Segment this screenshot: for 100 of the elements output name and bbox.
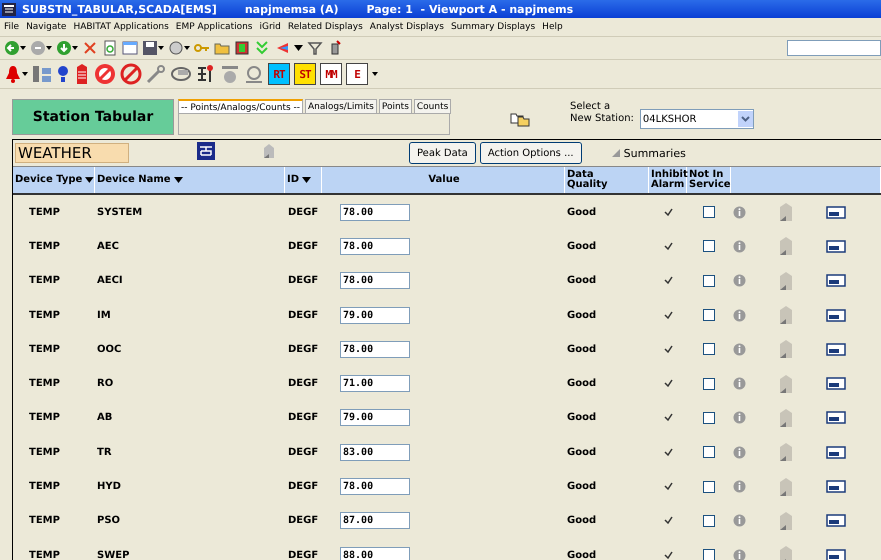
action-options-button[interactable]: Action Options ... <box>480 142 582 164</box>
wrench-icon[interactable] <box>146 64 166 84</box>
tab[interactable]: Analogs/Limits <box>305 99 377 114</box>
menu-item[interactable]: EMP Applications <box>176 22 252 32</box>
info-icon[interactable] <box>733 206 746 219</box>
summaries-link[interactable]: Summaries <box>624 146 686 160</box>
menu-item[interactable]: File <box>4 22 20 32</box>
value-field[interactable]: 79.00 <box>340 306 410 324</box>
peak-data-button[interactable]: Peak Data <box>409 142 476 164</box>
service-checkbox[interactable] <box>703 412 715 424</box>
column-header[interactable]: Device Type <box>13 167 95 193</box>
meter-icon[interactable] <box>826 342 846 356</box>
info-icon[interactable] <box>733 240 746 253</box>
service-checkbox[interactable] <box>703 378 715 390</box>
command-field[interactable] <box>787 40 881 56</box>
close-icon[interactable] <box>82 40 98 56</box>
window-icon[interactable] <box>122 40 138 56</box>
service-checkbox[interactable] <box>703 274 715 287</box>
bell-icon[interactable] <box>4 64 22 84</box>
info-icon[interactable] <box>733 411 746 424</box>
meter-icon[interactable] <box>826 274 846 288</box>
layout-icon[interactable] <box>197 142 215 160</box>
meter-icon[interactable] <box>826 206 846 219</box>
value-field[interactable]: 78.00 <box>340 340 410 358</box>
column-header[interactable]: Device Name <box>95 167 285 193</box>
value-field[interactable]: 83.00 <box>340 444 410 461</box>
tag-icon[interactable] <box>778 374 794 394</box>
tag-icon[interactable] <box>778 270 794 291</box>
info-icon[interactable] <box>733 342 746 356</box>
toolbar-badge[interactable]: MM <box>320 63 342 85</box>
prohibited-icon[interactable] <box>120 63 142 85</box>
tag-icon[interactable] <box>778 510 794 531</box>
caret-icon[interactable] <box>158 45 164 51</box>
info-icon[interactable] <box>733 446 746 459</box>
tag-icon[interactable] <box>778 339 794 360</box>
info-icon[interactable] <box>733 480 746 494</box>
column-header[interactable]: ID <box>285 167 322 193</box>
inhibit-checkbox[interactable] <box>662 480 674 493</box>
menu-item[interactable]: iGrid <box>260 22 281 32</box>
station-select[interactable]: 04LKSHOR <box>640 109 754 129</box>
folders-icon[interactable] <box>510 111 530 127</box>
inhibit-checkbox[interactable] <box>662 514 674 527</box>
diagram-icon[interactable] <box>196 64 216 84</box>
menu-item[interactable]: HABITAT Applications <box>73 22 169 32</box>
service-checkbox[interactable] <box>703 446 715 458</box>
tab[interactable]: Points <box>378 99 412 114</box>
value-field[interactable]: 87.00 <box>340 512 410 530</box>
inhibit-checkbox[interactable] <box>662 378 674 390</box>
tag-icon[interactable] <box>778 442 794 462</box>
meter-icon[interactable] <box>826 240 846 253</box>
value-field[interactable]: 78.00 <box>340 478 410 496</box>
service-checkbox[interactable] <box>703 309 715 322</box>
value-field[interactable]: 78.00 <box>340 238 410 255</box>
info-icon[interactable] <box>733 377 746 390</box>
inhibit-checkbox[interactable] <box>662 549 674 560</box>
filter-icon[interactable] <box>307 40 323 56</box>
caret-icon[interactable] <box>20 45 26 51</box>
inhibit-checkbox[interactable] <box>662 446 674 458</box>
info-icon[interactable] <box>733 548 746 560</box>
meter-icon[interactable] <box>826 480 846 494</box>
caret-icon[interactable] <box>184 45 190 51</box>
value-field[interactable]: 79.00 <box>340 409 410 426</box>
caret-icon[interactable] <box>372 71 378 77</box>
service-checkbox[interactable] <box>703 240 715 252</box>
inhibit-checkbox[interactable] <box>662 412 674 424</box>
menu-item[interactable]: Related Displays <box>288 22 363 32</box>
toolbar-badge[interactable]: E <box>346 63 368 85</box>
menu-item[interactable]: Analyst Displays <box>370 22 444 32</box>
caret-icon[interactable] <box>738 111 753 127</box>
info-icon[interactable] <box>733 514 746 528</box>
tag-icon[interactable] <box>261 143 277 159</box>
value-field[interactable]: 88.00 <box>340 546 410 560</box>
network-icon[interactable] <box>32 64 52 84</box>
tag-icon[interactable] <box>74 63 90 85</box>
meter-icon[interactable] <box>826 308 846 322</box>
meter-icon[interactable] <box>826 411 846 424</box>
menu-item[interactable]: Help <box>542 22 563 32</box>
tag-icon[interactable] <box>778 305 794 326</box>
service-checkbox[interactable] <box>703 514 715 527</box>
inhibit-checkbox[interactable] <box>662 240 674 252</box>
caret-icon[interactable] <box>22 71 28 77</box>
toolbar-badge[interactable]: ST <box>294 63 316 85</box>
info-icon[interactable] <box>733 274 746 288</box>
service-checkbox[interactable] <box>703 343 715 356</box>
value-field[interactable]: 78.00 <box>340 272 410 290</box>
tag-icon[interactable] <box>778 236 794 256</box>
value-field[interactable]: 78.00 <box>340 204 410 221</box>
menu-item[interactable]: Navigate <box>26 22 66 32</box>
tag-icon[interactable] <box>778 202 794 222</box>
inhibit-checkbox[interactable] <box>662 343 674 356</box>
inhibit-checkbox[interactable] <box>662 309 674 322</box>
service-checkbox[interactable] <box>703 549 715 560</box>
inhibit-checkbox[interactable] <box>662 274 674 287</box>
caret-icon[interactable] <box>72 45 78 51</box>
caret-icon[interactable] <box>46 45 52 51</box>
tab[interactable]: Counts <box>414 99 452 114</box>
value-field[interactable]: 71.00 <box>340 375 410 392</box>
meter-icon[interactable] <box>826 446 846 459</box>
service-checkbox[interactable] <box>703 480 715 493</box>
save-icon[interactable] <box>142 40 158 56</box>
